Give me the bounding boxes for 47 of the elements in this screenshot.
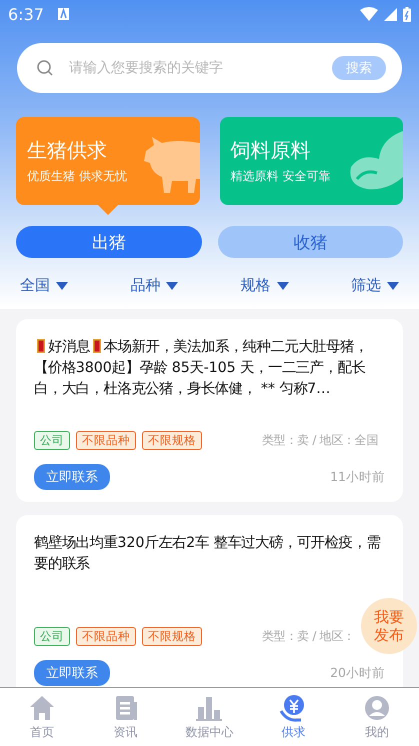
signal-icon xyxy=(384,8,397,20)
envelope-icon xyxy=(92,339,101,353)
tag: 公司 xyxy=(34,431,70,450)
battery-icon xyxy=(403,6,411,22)
post-description: 好消息 本场新开，美法加系，纯种二元大肚母猪，【价格3800起】孕龄 85天-105 天，一二三产，配长白，大白，杜洛克公猪，身长体健， ** 匀称7… xyxy=(34,339,368,397)
contact-button[interactable]: 立即联系 xyxy=(34,660,110,686)
nav-tab[interactable]: 资讯 xyxy=(84,688,168,746)
search-icon xyxy=(37,60,53,76)
post-meta: 类型：卖 / 地区： xyxy=(262,629,355,643)
envelope-icon xyxy=(37,339,45,353)
contact-button[interactable]: 立即联系 xyxy=(34,464,110,490)
card-subtitle: 优质生猪 供求无忧 xyxy=(27,168,128,185)
notification-icon xyxy=(58,8,69,20)
post-time: 11小时前 xyxy=(330,468,385,486)
profile-icon xyxy=(363,694,392,722)
filter-dropdown[interactable]: 全国 xyxy=(20,276,68,295)
filter-dropdown[interactable]: 规格 xyxy=(240,276,289,295)
pointer-icon xyxy=(98,205,118,215)
tab[interactable]: 出猪 xyxy=(16,226,202,258)
wifi-icon xyxy=(360,7,378,21)
category-card[interactable]: 饲料原料 精选原料 安全可靠 xyxy=(220,117,403,205)
caret-icon xyxy=(386,282,399,290)
filter-dropdown[interactable]: 品种 xyxy=(130,276,178,295)
caret-icon xyxy=(276,282,289,290)
nav-tab[interactable]: 供求 xyxy=(251,688,336,746)
tag: 不限品种 xyxy=(76,431,136,450)
tag: 不限品种 xyxy=(76,627,136,646)
caret-icon xyxy=(166,282,178,290)
nav-tab[interactable]: 数据中心 xyxy=(168,688,252,746)
tab[interactable]: 收猪 xyxy=(218,226,403,258)
post-meta: 类型：卖 / 地区：全国 xyxy=(262,433,378,447)
card-subtitle: 精选原料 安全可靠 xyxy=(230,168,332,185)
card-title: 饲料原料 xyxy=(230,137,312,164)
status-time: 6:37 xyxy=(8,4,44,24)
nav-tab[interactable]: 我的 xyxy=(335,688,419,746)
tag: 不限规格 xyxy=(142,431,202,450)
search-button[interactable]: 搜索 xyxy=(332,56,386,80)
home-icon xyxy=(28,694,56,722)
search-field[interactable]: 请输入您要搜索的关键字 搜索 xyxy=(17,43,402,93)
tag: 不限规格 xyxy=(142,627,202,646)
post-time: 20小时前 xyxy=(330,664,385,682)
caret-icon xyxy=(56,282,68,290)
filter-dropdown[interactable]: 筛选 xyxy=(350,276,399,295)
card-title: 生猪供求 xyxy=(27,137,108,164)
post-description: 鹤壁场出均重320斤左右2车 整车过大磅，可开检疫，需要的联系 xyxy=(34,535,380,572)
tag: 公司 xyxy=(34,627,70,646)
nav-tab[interactable]: 首页 xyxy=(0,688,84,746)
